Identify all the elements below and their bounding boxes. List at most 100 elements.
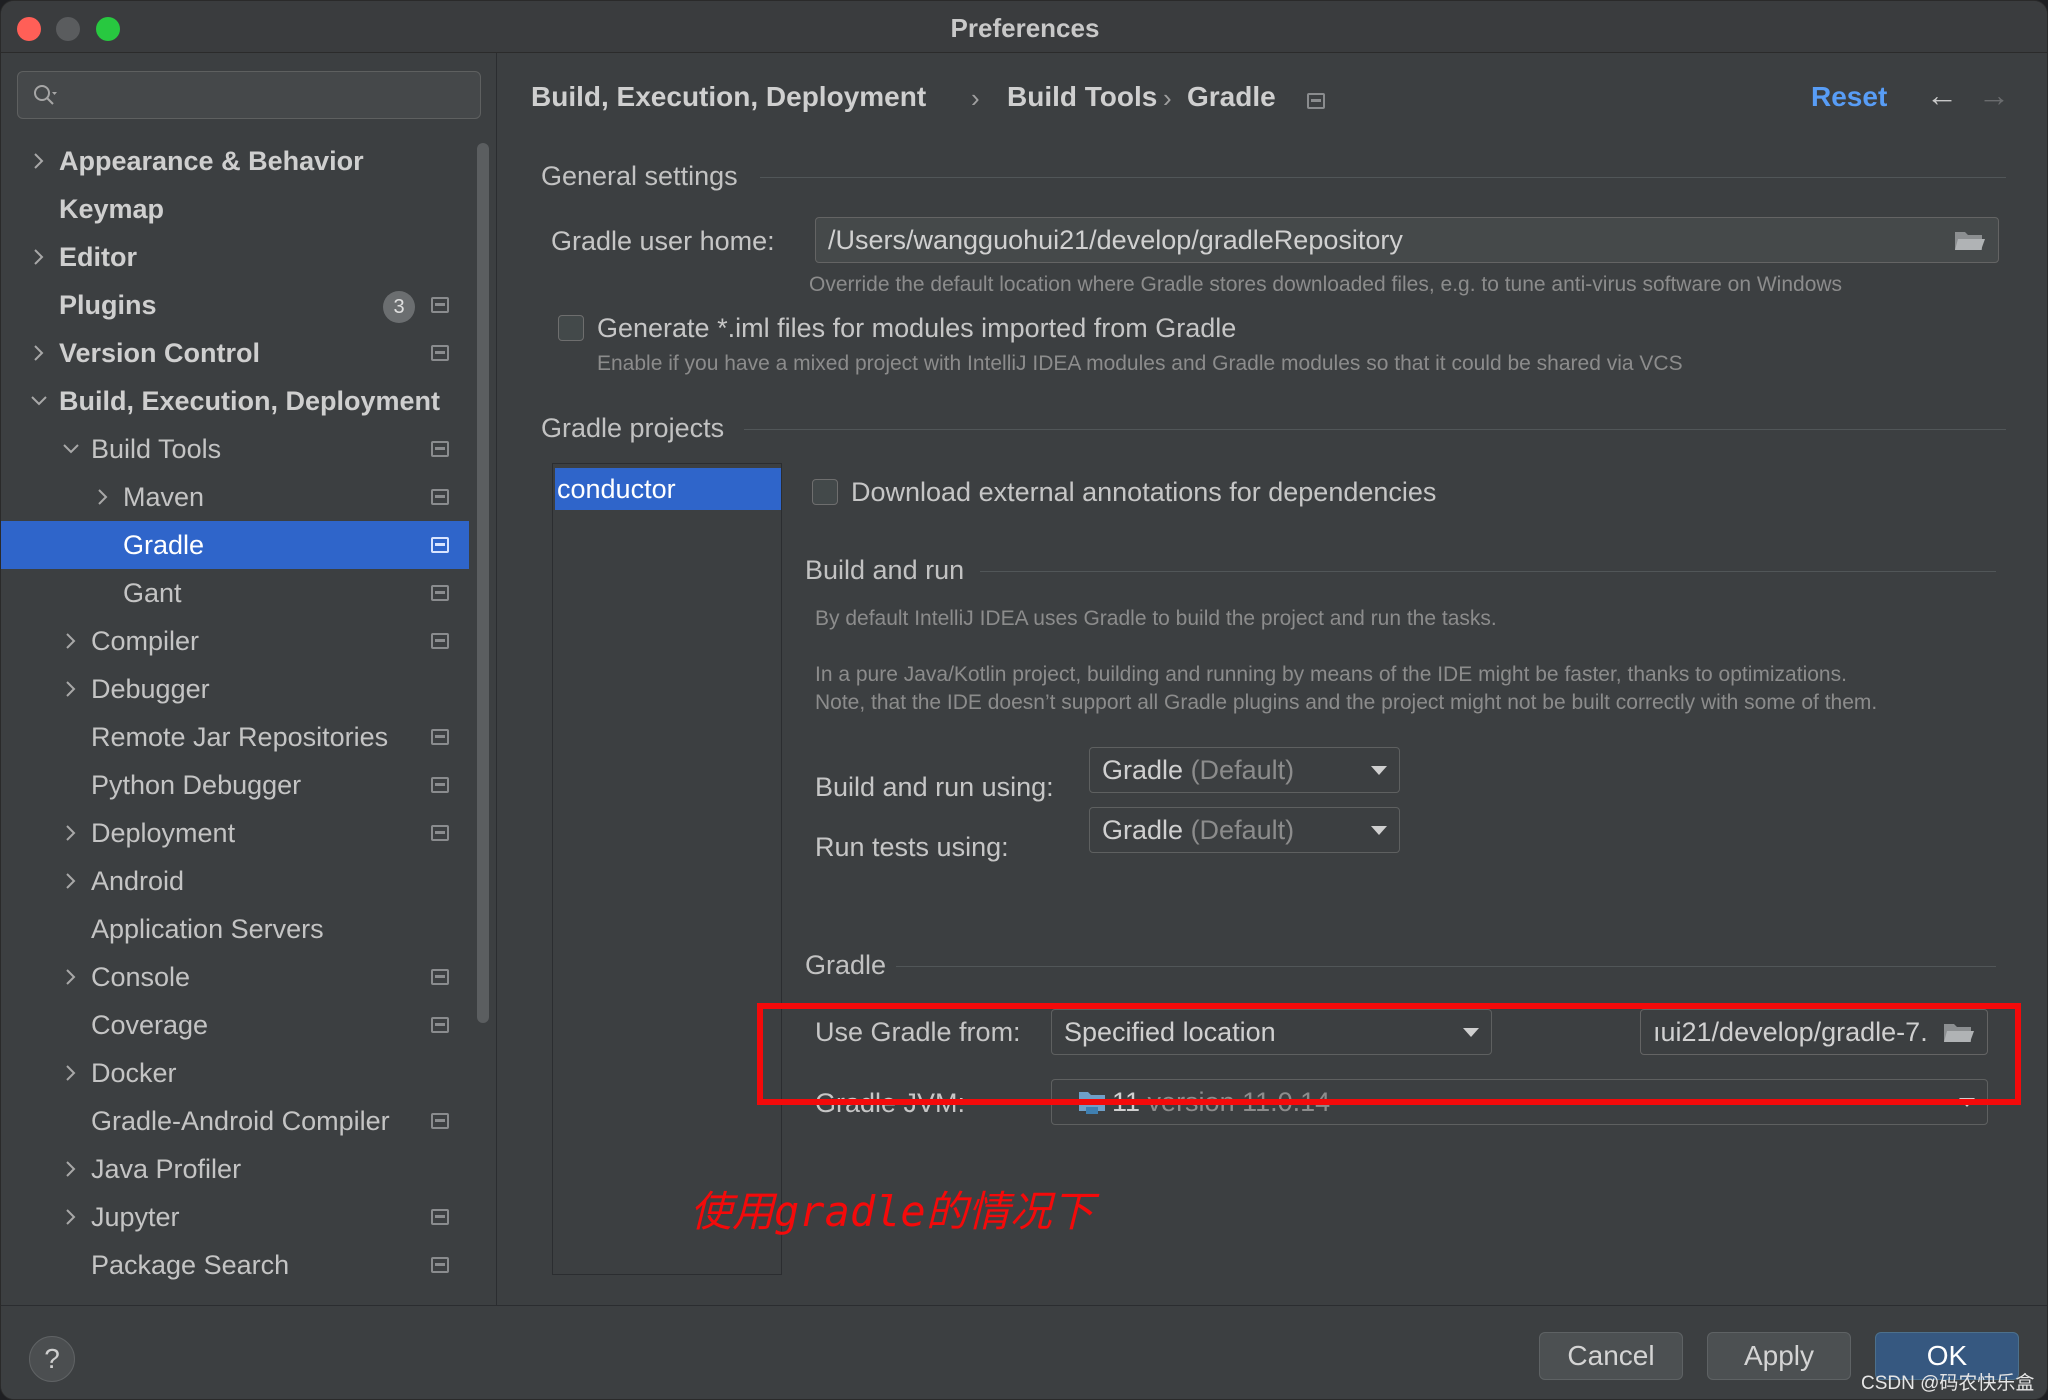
sidebar-item-keymap[interactable]: Keymap	[1, 185, 469, 233]
help-button[interactable]: ?	[29, 1336, 75, 1382]
chevron-right-icon[interactable]	[61, 631, 81, 651]
sidebar-item-python-debugger[interactable]: Python Debugger	[1, 761, 469, 809]
breadcrumb-item: Gradle	[1187, 81, 1276, 112]
download-annotations-checkbox[interactable]	[812, 479, 838, 505]
chevron-right-icon[interactable]	[61, 1063, 81, 1083]
sidebar-item-gradle-android-compiler[interactable]: Gradle-Android Compiler	[1, 1097, 469, 1145]
build-and-run-title: Build and run	[805, 555, 965, 585]
sidebar-item-version-control[interactable]: Version Control	[1, 329, 469, 377]
default-suffix: (Default)	[1190, 755, 1295, 785]
section-divider	[760, 177, 2006, 178]
sidebar-item-application-servers[interactable]: Application Servers	[1, 905, 469, 953]
sidebar-item-plugins[interactable]: Plugins 3	[1, 281, 469, 329]
chevron-down-icon[interactable]	[61, 439, 81, 459]
build-run-using-value: Gradle	[1102, 755, 1184, 785]
chevron-right-icon[interactable]	[29, 343, 49, 363]
sidebar-item-java-profiler[interactable]: Java Profiler	[1, 1145, 469, 1193]
sidebar-item-remote-jar-repositories[interactable]: Remote Jar Repositories	[1, 713, 469, 761]
chevron-right-icon[interactable]	[61, 1159, 81, 1179]
chevron-right-icon[interactable]	[29, 247, 49, 267]
chevron-right-icon[interactable]	[61, 871, 81, 891]
sidebar-item-label: Build Tools	[91, 434, 222, 464]
project-level-settings-icon	[431, 345, 449, 361]
build-run-hint: By default IntelliJ IDEA uses Gradle to …	[815, 607, 1497, 630]
gradle-projects-list[interactable]: conductor	[552, 463, 782, 1275]
build-run-using-dropdown[interactable]: Gradle (Default)	[1089, 747, 1400, 793]
gradle-section-title: Gradle	[805, 950, 887, 980]
chevron-right-icon[interactable]	[29, 151, 49, 171]
run-tests-using-label: Run tests using:	[815, 832, 1009, 862]
sidebar-item-android[interactable]: Android	[1, 857, 469, 905]
run-tests-using-dropdown[interactable]: Gradle (Default)	[1089, 807, 1400, 853]
sidebar-item-debugger[interactable]: Debugger	[1, 665, 469, 713]
default-suffix: (Default)	[1190, 815, 1295, 845]
sidebar-item-console[interactable]: Console	[1, 953, 469, 1001]
sidebar-item-coverage[interactable]: Coverage	[1, 1001, 469, 1049]
project-level-settings-icon	[431, 1257, 449, 1273]
sidebar-item-package-search[interactable]: Package Search	[1, 1241, 469, 1287]
highlight-annotation-box	[757, 1003, 2021, 1105]
sidebar-item-label: Java Profiler	[91, 1154, 242, 1184]
project-level-settings-icon	[431, 1209, 449, 1225]
gradle-settings-panel: Build, Execution, Deployment › Build Too…	[498, 53, 2047, 1305]
gradle-user-home-value: /Users/wangguohui21/develop/gradleReposi…	[828, 225, 1403, 255]
sidebar-item-editor[interactable]: Editor	[1, 233, 469, 281]
forward-arrow-icon[interactable]: →	[1978, 77, 2010, 114]
annotation-text: 使用gradle的情况下	[690, 1187, 1094, 1236]
chevron-down-icon	[1371, 766, 1387, 775]
sidebar-item-deployment[interactable]: Deployment	[1, 809, 469, 857]
sidebar-scrollbar[interactable]	[477, 143, 489, 1023]
generate-iml-checkbox[interactable]	[558, 315, 584, 341]
sidebar-item-label: Jupyter	[91, 1202, 180, 1232]
gradle-user-home-hint: Override the default location where Grad…	[809, 273, 1843, 296]
chevron-right-icon[interactable]	[61, 1207, 81, 1227]
sidebar-item-maven[interactable]: Maven	[1, 473, 469, 521]
back-arrow-icon[interactable]: ←	[1926, 77, 1958, 114]
download-annotations-label: Download external annotations for depend…	[851, 477, 1437, 507]
cancel-button[interactable]: Cancel	[1539, 1332, 1683, 1380]
reset-link[interactable]: Reset	[1811, 81, 1887, 113]
section-divider	[980, 571, 1996, 572]
search-icon	[34, 85, 57, 105]
section-divider	[744, 429, 2006, 430]
preferences-window: Preferences Appearance & Behavior Keymap E…	[0, 0, 2048, 1400]
sidebar-item-build-tools[interactable]: Build Tools	[1, 425, 469, 473]
sidebar-item-appearance-behavior[interactable]: Appearance & Behavior	[1, 137, 469, 185]
sidebar-item-label: Build, Execution, Deployment	[59, 386, 441, 416]
sidebar-item-label: Keymap	[59, 194, 165, 224]
gradle-user-home-field[interactable]: /Users/wangguohui21/develop/gradleReposi…	[815, 217, 1999, 263]
sidebar-item-label: Maven	[123, 482, 205, 512]
browse-folder-icon[interactable]	[1954, 228, 1986, 252]
generate-iml-label: Generate *.iml files for modules importe…	[597, 313, 1237, 343]
project-level-settings-icon	[431, 1017, 449, 1033]
chevron-down-icon[interactable]	[29, 391, 49, 411]
sidebar-item-label: Editor	[59, 242, 137, 272]
sidebar-item-gradle[interactable]: Gradle	[1, 521, 469, 569]
chevron-right-icon[interactable]	[61, 823, 81, 843]
breadcrumb-item: Build Tools	[1007, 81, 1158, 112]
sidebar-item-label: Version Control	[59, 338, 261, 368]
watermark-text: CSDN @码农快乐盒	[1861, 1373, 2035, 1394]
chevron-right-icon[interactable]	[61, 967, 81, 987]
chevron-right-icon[interactable]	[61, 679, 81, 699]
project-level-settings-icon	[431, 633, 449, 649]
sidebar-item-label: Debugger	[91, 674, 210, 704]
chevron-down-icon	[1371, 826, 1387, 835]
breadcrumb-item: Build, Execution, Deployment	[531, 81, 927, 112]
sidebar-item-build-execution-deployment[interactable]: Build, Execution, Deployment	[1, 377, 469, 425]
project-level-settings-icon	[1307, 93, 1325, 109]
apply-button[interactable]: Apply	[1707, 1332, 1851, 1380]
sidebar-item-gant[interactable]: Gant	[1, 569, 469, 617]
sidebar-item-label: Console	[91, 962, 191, 992]
sidebar-item-jupyter[interactable]: Jupyter	[1, 1193, 469, 1241]
project-item-conductor[interactable]: conductor	[555, 468, 781, 510]
sidebar-item-label: Appearance & Behavior	[59, 146, 364, 176]
search-input[interactable]	[17, 71, 481, 119]
project-level-settings-icon	[431, 969, 449, 985]
chevron-right-icon[interactable]	[93, 487, 113, 507]
sidebar-item-label: Docker	[91, 1058, 177, 1088]
sidebar-item-docker[interactable]: Docker	[1, 1049, 469, 1097]
sidebar-item-compiler[interactable]: Compiler	[1, 617, 469, 665]
sidebar-item-label: Gant	[123, 578, 182, 608]
build-run-using-label: Build and run using:	[815, 772, 1054, 802]
